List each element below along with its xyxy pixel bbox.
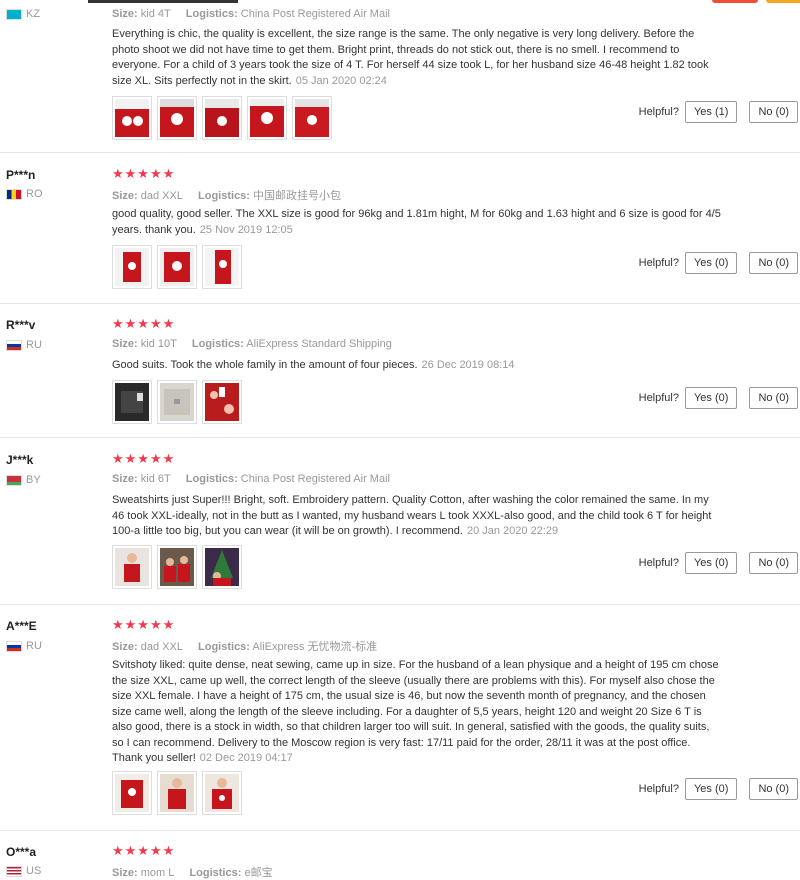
top-orange-button-edge[interactable] [766,0,800,3]
review-divider [0,437,800,438]
reviewer-country: RU [6,640,42,652]
helpful-label: Helpful? [638,257,679,269]
review-photo[interactable] [112,771,152,815]
review-date: 05 Jan 2020 02:24 [295,74,387,87]
reviewer-name: J***k [6,453,34,467]
review-meta: Size: dad XXL Logistics: 中国邮政挂号小包 [112,190,342,202]
helpful-no-button[interactable]: No (0) [749,252,798,274]
review-photo[interactable] [202,545,242,589]
reviewer-name: O***a [6,845,37,859]
review-photo[interactable] [157,245,197,289]
helpful-yes-button[interactable]: Yes (0) [684,252,738,274]
helpful-no-button[interactable]: No (0) [749,778,798,800]
review-date: 20 Jan 2020 22:29 [466,525,559,537]
review-photos [112,545,242,589]
helpful-label: Helpful? [638,783,679,795]
helpful-yes-button[interactable]: Yes (0) [684,387,738,409]
review-photo[interactable] [112,380,152,424]
reviewer-name: P***n [6,168,36,182]
reviewer-name: R***v [6,318,36,332]
reviewer-country: RU [6,339,42,351]
review-photo[interactable] [247,96,287,140]
review-photo[interactable] [202,245,242,289]
helpful-no-button[interactable]: No (0) [749,101,798,123]
review-text: Svitshoty liked: quite dense, neat sewin… [112,659,719,764]
review-divider [0,830,800,831]
review-photos [112,245,242,289]
review-meta: Size: kid 4T Logistics: China Post Regis… [112,8,390,20]
review-date: 26 Dec 2019 08:14 [421,359,515,371]
helpful-label: Helpful? [638,392,679,404]
review-meta: Size: kid 6T Logistics: China Post Regis… [112,473,390,485]
helpful-label: Helpful? [638,557,679,569]
review-meta: Size: kid 10T Logistics: AliExpress Stan… [112,338,392,350]
reviewer-country: BY [6,474,41,486]
helpful-yes-button[interactable]: Yes (1) [684,101,738,123]
review-photo[interactable] [157,380,197,424]
top-divider [88,0,238,3]
review-photo[interactable] [292,96,332,140]
rating-stars: ★★★★★ [112,316,176,331]
review-divider [0,303,800,304]
helpful-controls: Helpful? Yes (0) No (0) [639,778,798,800]
rating-stars: ★★★★★ [112,617,176,632]
helpful-no-button[interactable]: No (0) [749,552,798,574]
review-photo[interactable] [202,771,242,815]
reviewer-country: KZ [6,8,40,20]
ru-flag-icon [6,339,22,351]
rating-stars: ★★★★★ [112,451,176,466]
reviewer-country: RO [6,188,43,200]
top-red-button-edge[interactable] [712,0,758,3]
review-text: good quality, good seller. The XXL size … [112,208,721,236]
helpful-yes-button[interactable]: Yes (0) [684,778,738,800]
review-divider [0,604,800,605]
review-photo[interactable] [112,96,152,140]
ro-flag-icon [6,188,22,200]
review-date: 25 Nov 2019 12:05 [199,223,293,236]
reviewer-country: US [6,865,41,877]
review-photo[interactable] [112,245,152,289]
ru-flag-icon [6,640,22,652]
helpful-controls: Helpful? Yes (0) No (0) [639,252,798,274]
review-meta: Size: dad XXL Logistics: AliExpress 无忧物流… [112,641,378,653]
review-photo[interactable] [157,545,197,589]
review-photo[interactable] [157,771,197,815]
review-photos [112,380,242,424]
review-text: Sweatshirts just Super!!! Bright, soft. … [112,494,712,537]
review-photo[interactable] [112,545,152,589]
review-date: 02 Dec 2019 04:17 [199,752,293,764]
reviewer-name: A***E [6,619,37,633]
helpful-controls: Helpful? Yes (1) No (0) [639,101,798,123]
rating-stars: ★★★★★ [112,166,176,181]
review-photo[interactable] [157,96,197,140]
us-flag-icon [6,865,22,877]
by-flag-icon [6,474,22,486]
helpful-no-button[interactable]: No (0) [749,387,798,409]
review-meta: Size: mom L Logistics: e邮宝 [112,867,273,879]
review-photos [112,771,242,815]
review-photo[interactable] [202,380,242,424]
helpful-label: Helpful? [638,106,679,118]
review-text: Everything is chic, the quality is excel… [112,28,709,87]
kz-flag-icon [6,8,22,20]
helpful-controls: Helpful? Yes (0) No (0) [639,552,798,574]
helpful-controls: Helpful? Yes (0) No (0) [639,387,798,409]
review-text: Good suits. Took the whole family in the… [112,359,515,371]
review-photos [112,96,332,140]
review-divider [0,152,800,153]
review-photo[interactable] [202,96,242,140]
helpful-yes-button[interactable]: Yes (0) [684,552,738,574]
rating-stars: ★★★★★ [112,843,176,858]
